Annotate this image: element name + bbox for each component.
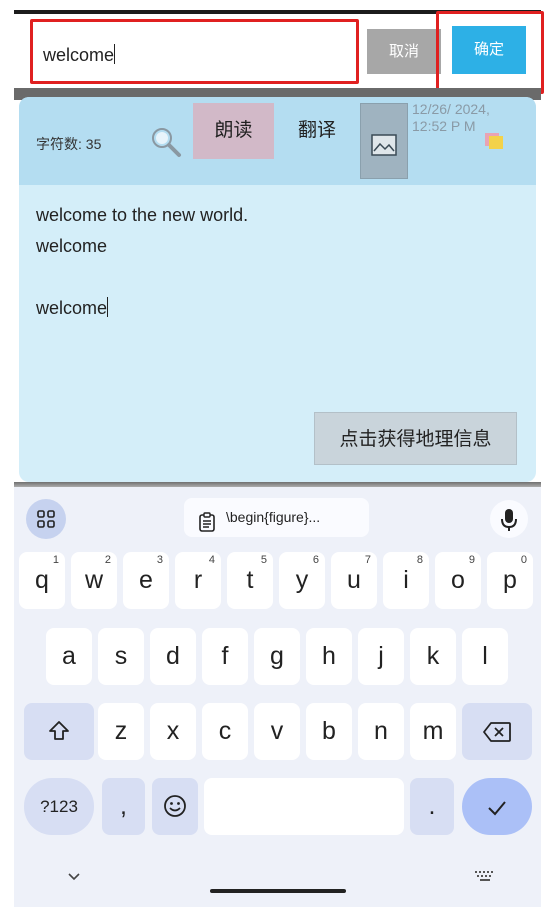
- key-r[interactable]: r4: [175, 552, 221, 609]
- space-key[interactable]: [204, 778, 404, 835]
- backspace-key[interactable]: [462, 703, 532, 760]
- voice-input-button[interactable]: [490, 500, 528, 538]
- key-m[interactable]: m: [410, 703, 456, 760]
- key-s[interactable]: s: [98, 628, 144, 685]
- emoji-key[interactable]: [152, 778, 198, 835]
- key-z[interactable]: z: [98, 703, 144, 760]
- get-location-button[interactable]: 点击获得地理信息: [314, 412, 517, 465]
- keyboard-icon[interactable]: [474, 869, 496, 887]
- note-line: [36, 262, 248, 293]
- backspace-icon: [482, 717, 512, 745]
- key-p[interactable]: p0: [487, 552, 533, 609]
- key-q[interactable]: q1: [19, 552, 65, 609]
- search-bar: welcome 取消 确定: [14, 11, 544, 97]
- text-cursor: [114, 44, 116, 64]
- key-b[interactable]: b: [306, 703, 352, 760]
- numbers-key[interactable]: ?123: [24, 778, 94, 835]
- key-h[interactable]: h: [306, 628, 352, 685]
- key-u[interactable]: u7: [331, 552, 377, 609]
- note-line: welcome to the new world.: [36, 205, 249, 225]
- note-line: welcome: [36, 236, 108, 256]
- apps-grid-button[interactable]: [26, 499, 66, 539]
- key-l[interactable]: l: [462, 628, 508, 685]
- search-input[interactable]: welcome: [30, 19, 359, 84]
- clipboard-text: \begin{figure}...: [226, 509, 321, 525]
- chevron-down-icon[interactable]: [67, 869, 81, 887]
- period-key[interactable]: .: [410, 778, 454, 835]
- char-count: 字符数: 35: [36, 136, 102, 152]
- note-body[interactable]: welcome to the new world. welcome welcom…: [36, 200, 248, 324]
- key-c[interactable]: c: [202, 703, 248, 760]
- key-t[interactable]: t5: [227, 552, 273, 609]
- grid-icon: [26, 510, 66, 543]
- key-w[interactable]: w2: [71, 552, 117, 609]
- key-f[interactable]: f: [202, 628, 248, 685]
- screen: welcome 取消 确定 字符数: 35 朗读 翻译 12/26/ 2024,…: [0, 0, 553, 907]
- note-toolbar: 字符数: 35 朗读 翻译 12/26/ 2024, 12:52 P M: [19, 97, 536, 185]
- image-attachment[interactable]: [360, 103, 408, 179]
- home-indicator[interactable]: [210, 889, 346, 893]
- key-k[interactable]: k: [410, 628, 456, 685]
- key-y[interactable]: y6: [279, 552, 325, 609]
- checkmark-icon: [486, 792, 508, 820]
- shift-key[interactable]: [24, 703, 94, 760]
- key-a[interactable]: a: [46, 628, 92, 685]
- key-e[interactable]: e3: [123, 552, 169, 609]
- microphone-icon: [490, 509, 528, 542]
- navigation-bar: [14, 855, 541, 907]
- note-panel: 字符数: 35 朗读 翻译 12/26/ 2024, 12:52 P M wel…: [19, 97, 536, 482]
- key-v[interactable]: v: [254, 703, 300, 760]
- key-n[interactable]: n: [358, 703, 404, 760]
- confirm-button[interactable]: 确定: [452, 26, 526, 74]
- key-g[interactable]: g: [254, 628, 300, 685]
- clipboard-icon: [198, 508, 216, 537]
- shift-icon: [47, 717, 71, 745]
- key-x[interactable]: x: [150, 703, 196, 760]
- translate-button[interactable]: 翻译: [277, 103, 357, 159]
- sticky-note-icon[interactable]: [483, 131, 505, 151]
- key-j[interactable]: j: [358, 628, 404, 685]
- text-cursor: [107, 297, 109, 317]
- clipboard-suggestion[interactable]: \begin{figure}...: [184, 498, 369, 537]
- enter-key[interactable]: [462, 778, 532, 835]
- cancel-button[interactable]: 取消: [367, 29, 441, 74]
- note-date: 12/26/ 2024, 12:52 P M: [412, 101, 490, 134]
- key-i[interactable]: i8: [383, 552, 429, 609]
- search-input-value: welcome: [43, 44, 116, 65]
- read-aloud-button[interactable]: 朗读: [193, 103, 274, 159]
- key-o[interactable]: o9: [435, 552, 481, 609]
- soft-keyboard: \begin{figure}... q1 w2 e3 r4 t5 y6 u7 i…: [14, 487, 541, 907]
- comma-key[interactable]: ,: [102, 778, 145, 835]
- search-icon[interactable]: [149, 125, 183, 159]
- key-d[interactable]: d: [150, 628, 196, 685]
- emoji-icon: [163, 792, 187, 820]
- note-line-current: welcome: [36, 297, 109, 318]
